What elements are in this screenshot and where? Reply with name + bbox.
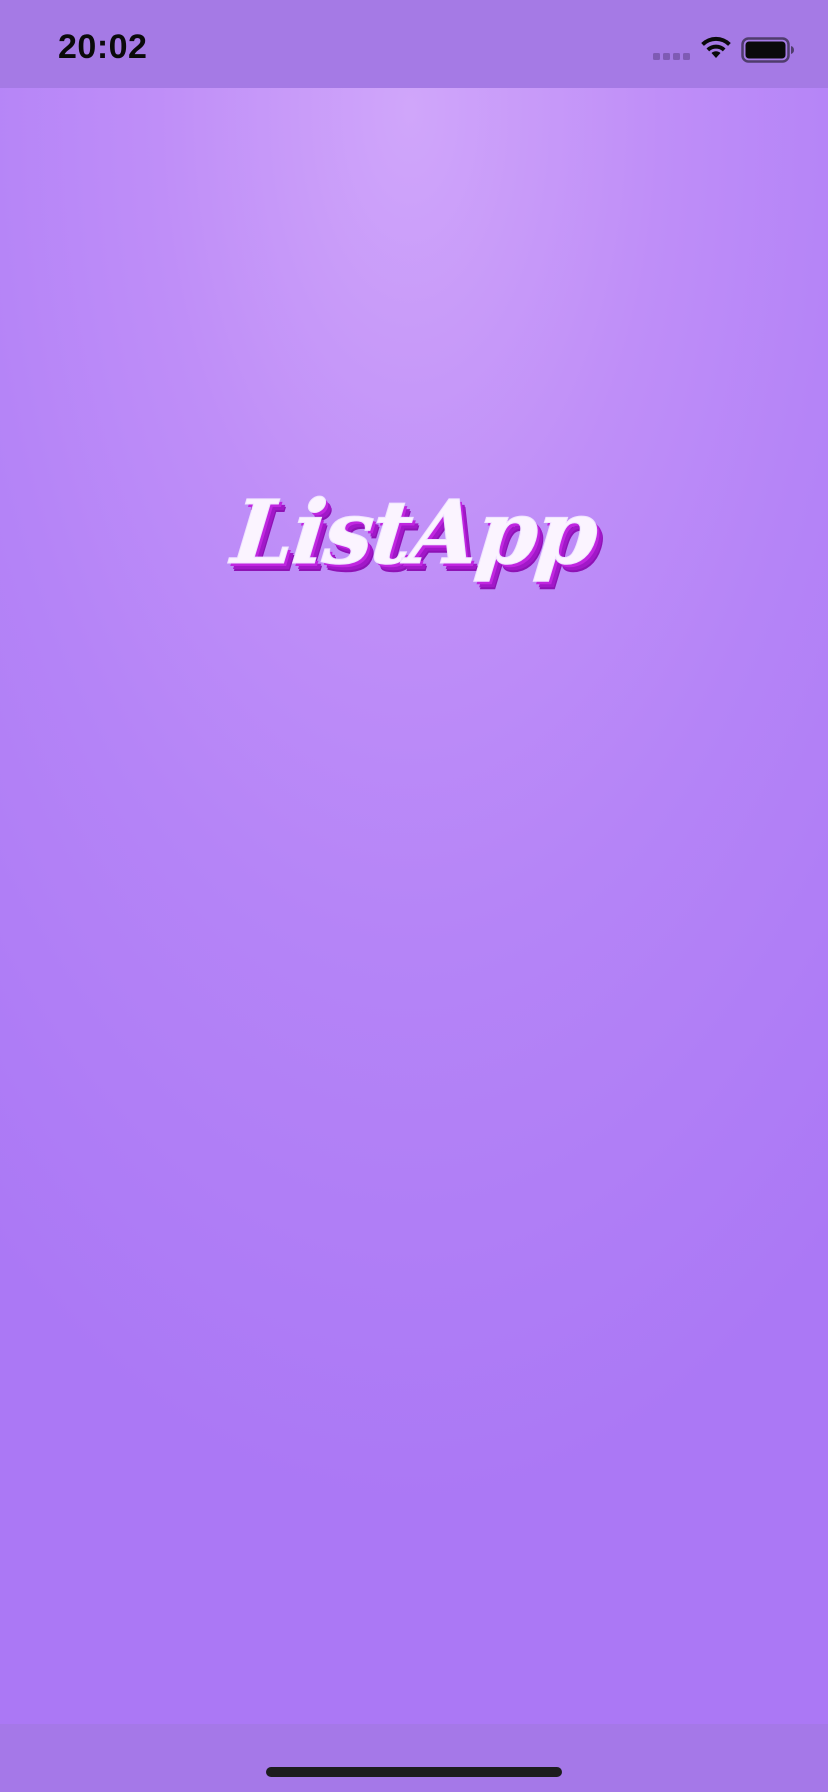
home-indicator[interactable] <box>266 1767 562 1777</box>
app-logo-text: ListApp <box>227 480 602 585</box>
wifi-icon <box>701 36 731 58</box>
cellular-signal-icon <box>653 53 691 60</box>
status-bar: 20:02 <box>0 0 828 88</box>
battery-icon <box>741 37 794 63</box>
status-time: 20:02 <box>58 28 148 66</box>
splash-screen <box>0 0 828 1792</box>
home-bar-area <box>0 1724 828 1792</box>
logo-container: ListApp <box>0 480 828 585</box>
